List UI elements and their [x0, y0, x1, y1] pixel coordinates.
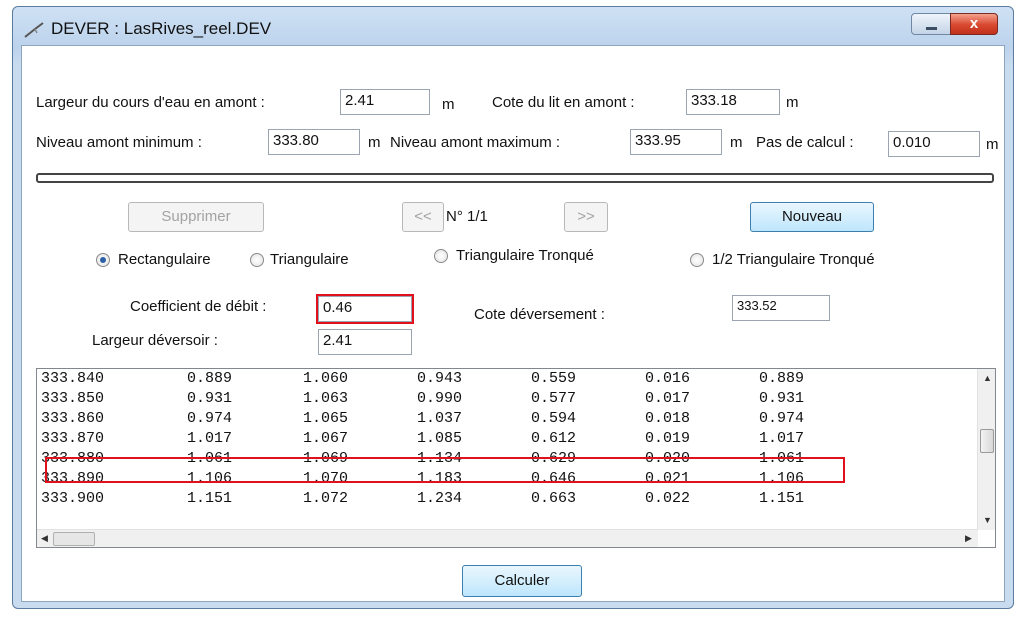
largeur-amont-label: Largeur du cours d'eau en amont : — [36, 94, 265, 111]
table-cell: 0.889 — [759, 370, 805, 387]
table-cell: 1.151 — [759, 490, 805, 507]
radio-demi-triangulaire-tronque[interactable] — [690, 253, 704, 267]
pas-calcul-unit: m — [986, 136, 999, 153]
table-cell: 1.151 — [187, 490, 233, 507]
table-cell: 0.889 — [187, 370, 233, 387]
table-cell: 1.017 — [187, 430, 233, 447]
largeur-deversoir-label: Largeur déversoir : — [92, 332, 218, 349]
table-cell: 1.234 — [417, 490, 463, 507]
table-cell: 0.017 — [645, 390, 691, 407]
record-counter: N° 1/1 — [446, 208, 488, 225]
progress-bar — [36, 173, 994, 183]
niveau-min-input[interactable]: 333.80 — [268, 129, 360, 155]
radio-rectangulaire[interactable] — [96, 253, 110, 267]
supprimer-button[interactable]: Supprimer — [128, 202, 264, 232]
dialog-body: Largeur du cours d'eau en amont : 2.41 m… — [21, 45, 1005, 602]
table-cell: 1.085 — [417, 430, 463, 447]
results-list[interactable]: 333.840 0.889 1.060 0.943 0.559 0.016 0.889 333… — [36, 368, 996, 548]
niveau-min-unit: m — [368, 134, 381, 151]
table-cell: 333.900 — [41, 490, 105, 507]
cote-lit-unit: m — [786, 94, 799, 111]
table-cell: 0.974 — [759, 410, 805, 427]
hscroll-thumb[interactable] — [53, 532, 95, 546]
table-cell: 333.870 — [41, 430, 105, 447]
table-cell: 333.850 — [41, 390, 105, 407]
table-cell: 0.016 — [645, 370, 691, 387]
coef-debit-highlight — [316, 294, 414, 324]
window-title: DEVER : LasRives_reel.DEV — [51, 19, 272, 38]
table-cell: 1.060 — [303, 370, 349, 387]
calculer-button[interactable]: Calculer — [462, 565, 582, 597]
radio-triangulaire[interactable] — [250, 253, 264, 267]
vertical-scrollbar[interactable]: ▲ ▼ — [977, 369, 995, 530]
radio-rectangulaire-label: Rectangulaire — [118, 251, 211, 268]
scroll-down-icon[interactable]: ▼ — [983, 515, 992, 525]
close-icon: x — [969, 15, 979, 32]
radio-triangulaire-tronque-label: Triangulaire Tronqué — [456, 247, 594, 264]
table-cell: 0.612 — [531, 430, 577, 447]
table-cell: 0.974 — [187, 410, 233, 427]
largeur-deversoir-input[interactable]: 2.41 — [318, 329, 412, 355]
scroll-up-icon[interactable]: ▲ — [983, 373, 992, 383]
table-cell: 0.943 — [417, 370, 463, 387]
cote-deversement-label: Cote déversement : — [474, 306, 605, 323]
scroll-thumb[interactable] — [980, 429, 994, 453]
table-cell: 1.063 — [303, 390, 349, 407]
nouveau-button[interactable]: Nouveau — [750, 202, 874, 232]
table-cell: 0.019 — [645, 430, 691, 447]
table-cell: 0.990 — [417, 390, 463, 407]
table-cell: 0.931 — [759, 390, 805, 407]
largeur-amont-input[interactable]: 2.41 — [340, 89, 430, 115]
coef-debit-label: Coefficient de débit : — [130, 298, 267, 315]
radio-demi-triangulaire-tronque-label: 1/2 Triangulaire Tronqué — [712, 251, 875, 268]
app-icon — [24, 22, 44, 38]
next-button[interactable]: >> — [564, 202, 608, 232]
cote-lit-label: Cote du lit en amont : — [492, 94, 635, 111]
scroll-right-icon[interactable]: ▶ — [965, 533, 972, 544]
close-button[interactable]: x — [950, 13, 998, 35]
table-cell: 1.067 — [303, 430, 349, 447]
horizontal-scrollbar[interactable]: ◀ ▶ — [37, 529, 978, 547]
niveau-max-unit: m — [730, 134, 743, 151]
table-cell: 1.017 — [759, 430, 805, 447]
niveau-min-label: Niveau amont minimum : — [36, 134, 202, 151]
table-cell: 1.065 — [303, 410, 349, 427]
results-row-highlight — [45, 457, 845, 483]
niveau-max-input[interactable]: 333.95 — [630, 129, 722, 155]
cote-lit-input[interactable]: 333.18 — [686, 89, 780, 115]
table-cell: 333.860 — [41, 410, 105, 427]
app-window: DEVER : LasRives_reel.DEV x Largeur du c… — [12, 6, 1014, 609]
cote-deversement-input[interactable]: 333.52 — [732, 295, 830, 321]
table-cell: 0.022 — [645, 490, 691, 507]
radio-triangulaire-tronque[interactable] — [434, 249, 448, 263]
table-cell: 1.072 — [303, 490, 349, 507]
table-cell: 0.559 — [531, 370, 577, 387]
niveau-max-label: Niveau amont maximum : — [390, 134, 561, 151]
table-cell: 0.931 — [187, 390, 233, 407]
minimize-button[interactable] — [911, 13, 951, 35]
table-cell: 1.037 — [417, 410, 463, 427]
pas-calcul-input[interactable]: 0.010 — [888, 131, 980, 157]
largeur-amont-unit: m — [442, 96, 455, 113]
prev-button[interactable]: << — [402, 202, 444, 232]
table-cell: 0.663 — [531, 490, 577, 507]
table-cell: 0.577 — [531, 390, 577, 407]
scroll-left-icon[interactable]: ◀ — [41, 533, 48, 544]
pas-calcul-label: Pas de calcul : — [756, 134, 854, 151]
table-cell: 0.594 — [531, 410, 577, 427]
table-cell: 0.018 — [645, 410, 691, 427]
radio-triangulaire-label: Triangulaire — [270, 251, 349, 268]
table-cell: 333.840 — [41, 370, 105, 387]
